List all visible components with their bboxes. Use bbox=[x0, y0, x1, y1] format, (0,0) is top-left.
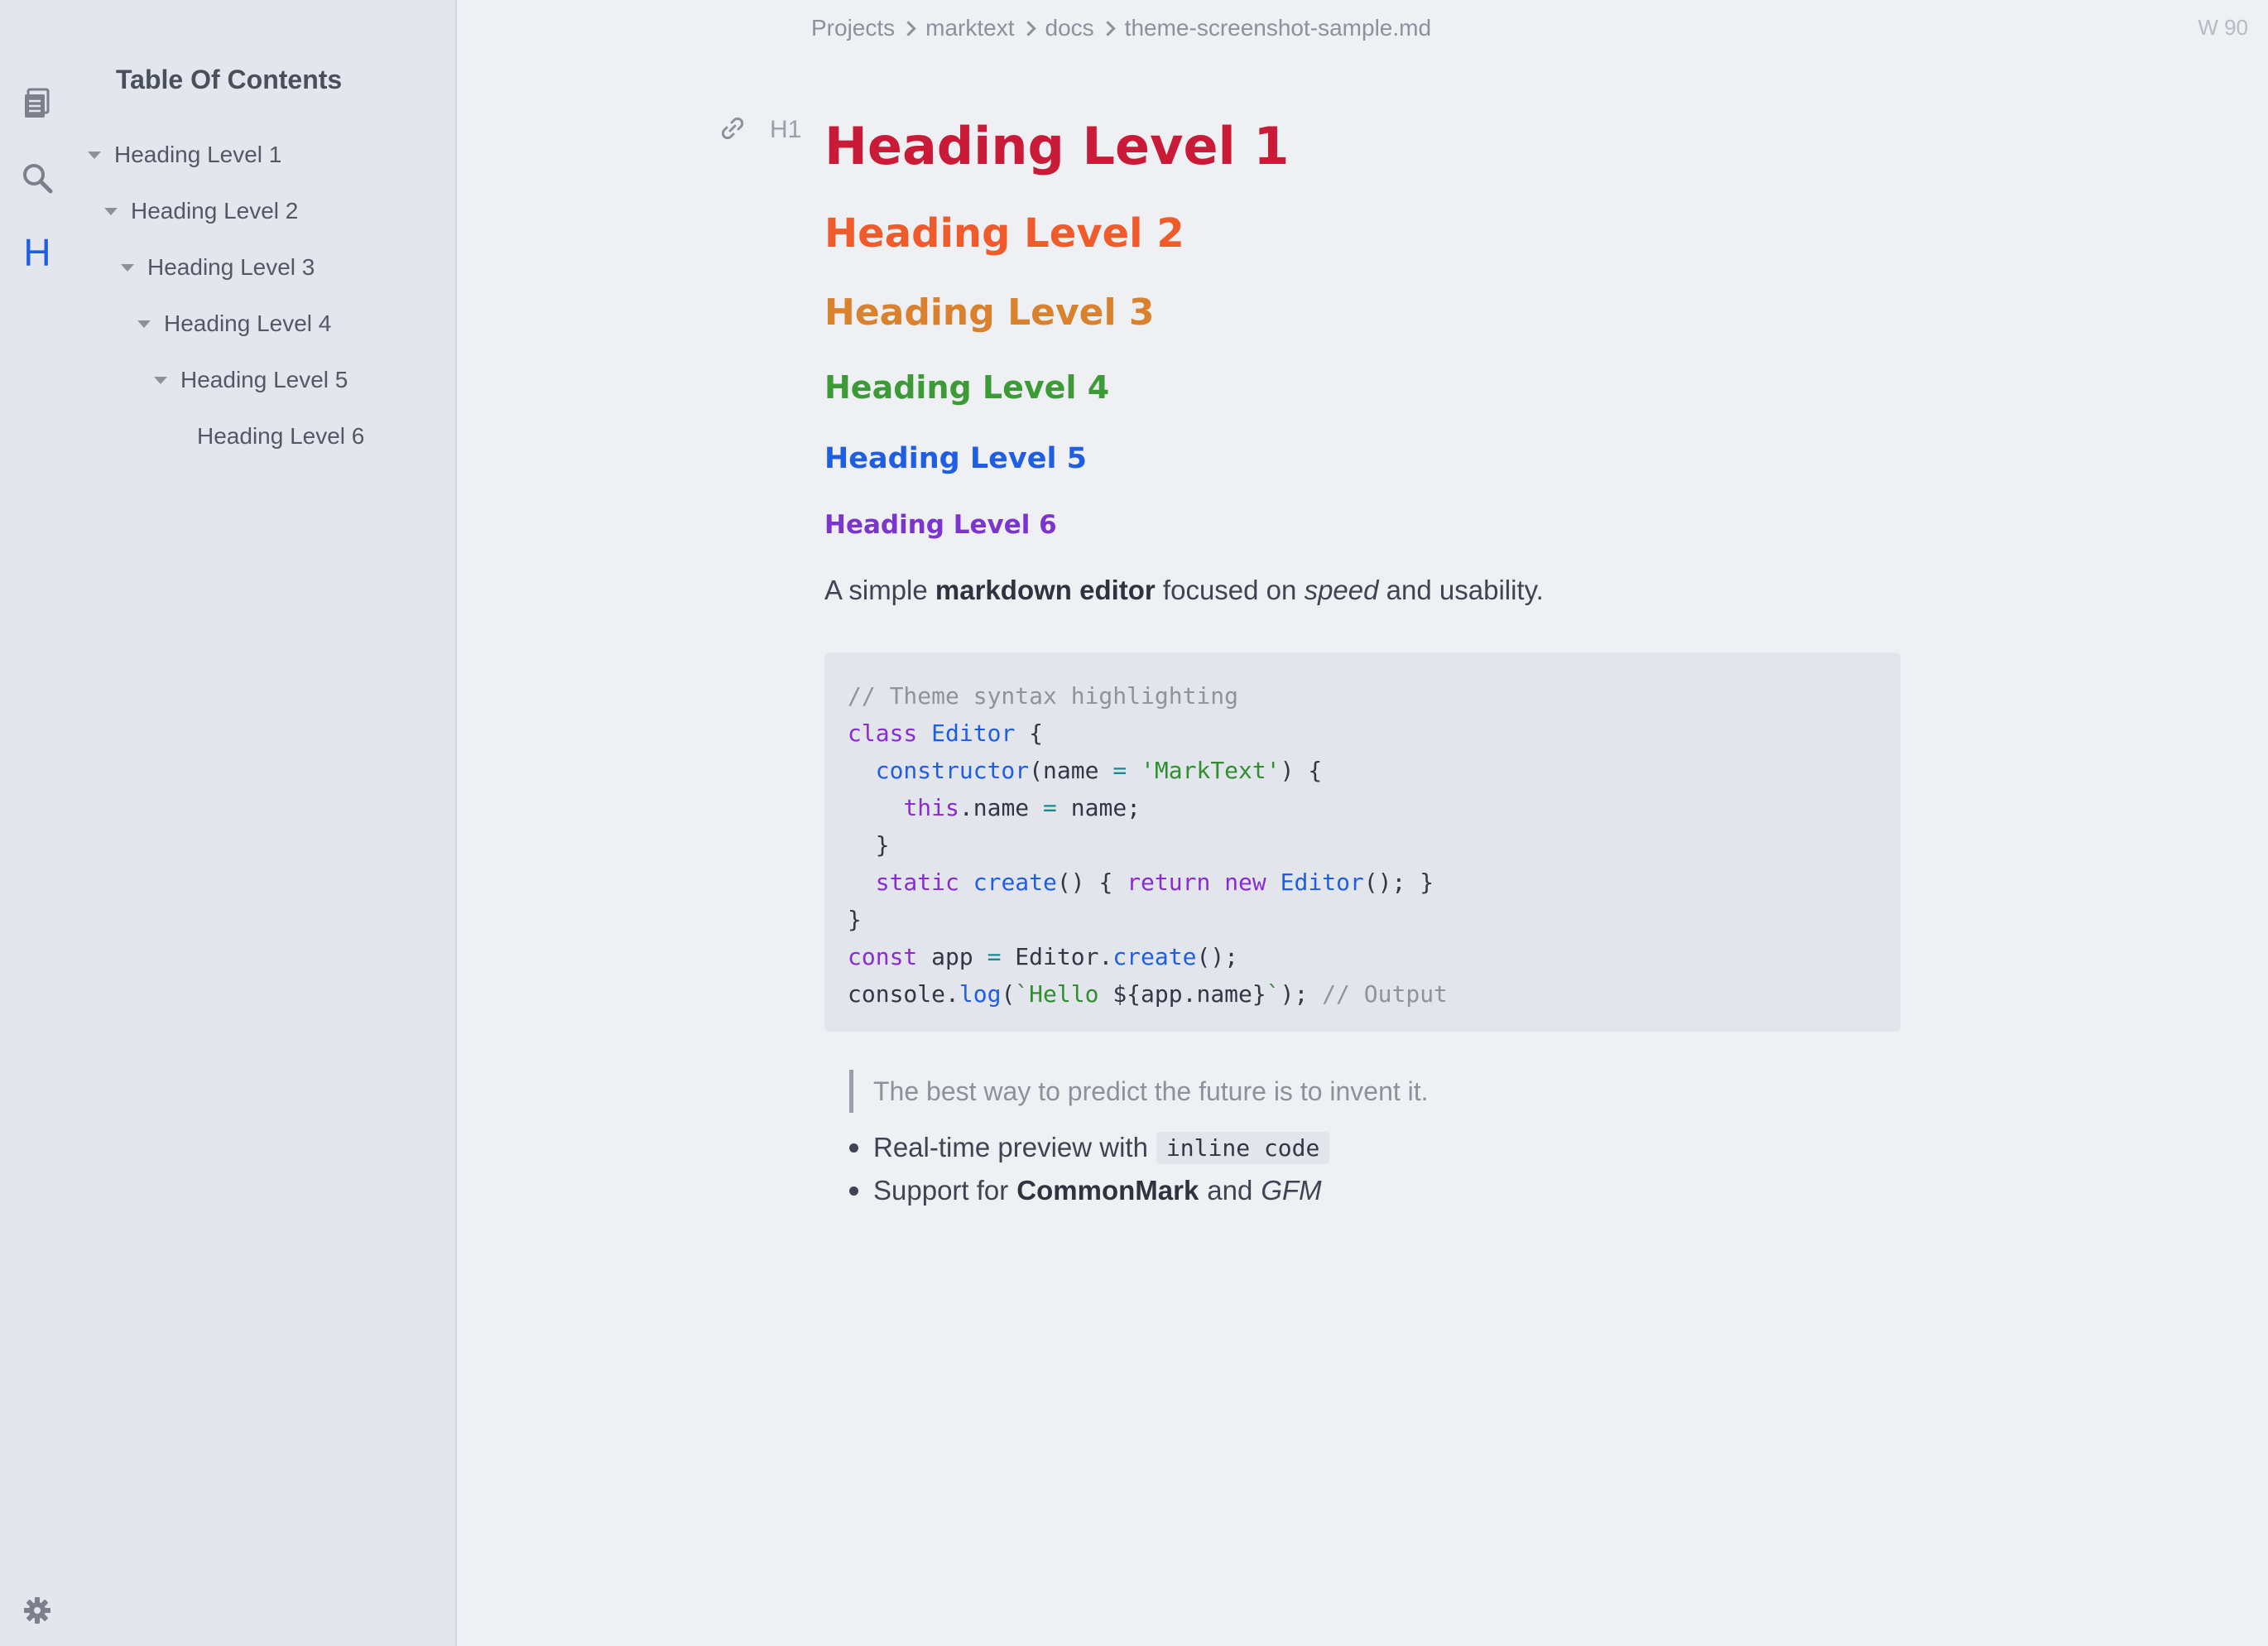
list-item[interactable]: Support for CommonMark and GFM bbox=[849, 1169, 1329, 1212]
breadcrumb-item[interactable]: Projects bbox=[811, 15, 895, 41]
list-item[interactable]: Real-time preview with inline code bbox=[849, 1126, 1330, 1169]
code-text: (); bbox=[1196, 943, 1239, 970]
toc-icon-label: H bbox=[23, 231, 51, 274]
bullet-list[interactable]: Real-time preview with inline code Suppo… bbox=[849, 1126, 1330, 1212]
code-text: } bbox=[848, 906, 862, 933]
code-text: { bbox=[1015, 720, 1044, 747]
toc-item-heading-1[interactable]: Heading Level 1 bbox=[88, 137, 281, 173]
heading-4[interactable]: Heading Level 4 bbox=[824, 369, 1109, 406]
code-class-name: Editor bbox=[931, 720, 1016, 747]
toc-item-label: Heading Level 6 bbox=[197, 423, 365, 449]
toc-item-label: Heading Level 4 bbox=[164, 310, 332, 336]
chevron-down-icon[interactable] bbox=[137, 320, 151, 328]
code-text: (); } bbox=[1363, 869, 1434, 896]
blockquote-text: The best way to predict the future is to… bbox=[873, 1076, 1429, 1106]
heading-5[interactable]: Heading Level 5 bbox=[824, 442, 1087, 475]
italic-text: GFM bbox=[1261, 1175, 1322, 1206]
code-operator: = bbox=[1043, 794, 1057, 821]
settings-icon[interactable] bbox=[17, 1590, 58, 1631]
code-keyword: class bbox=[848, 720, 918, 747]
code-string: 'MarkText' bbox=[1141, 757, 1281, 784]
code-operator: = bbox=[1112, 757, 1127, 784]
bullet-icon bbox=[849, 1143, 858, 1153]
code-text: Editor. bbox=[1001, 943, 1113, 970]
sidebar: Table Of Contents Heading Level 1 Headin… bbox=[76, 0, 457, 1646]
heading-6[interactable]: Heading Level 6 bbox=[824, 510, 1057, 540]
toc-icon[interactable]: H bbox=[17, 231, 58, 274]
breadcrumb-item[interactable]: marktext bbox=[925, 15, 1014, 41]
code-operator: = bbox=[987, 943, 1002, 970]
paragraph-text: focused on bbox=[1155, 575, 1305, 605]
code-keyword: return bbox=[1127, 869, 1211, 896]
bold-text: CommonMark bbox=[1016, 1175, 1199, 1206]
code-text: ${app.name} bbox=[1112, 980, 1266, 1008]
list-item-text: and bbox=[1207, 1175, 1253, 1206]
bullet-icon bbox=[849, 1186, 858, 1196]
code-function: create bbox=[1112, 943, 1197, 970]
code-function: constructor bbox=[875, 757, 1030, 784]
paragraph-text: and usability. bbox=[1378, 575, 1544, 605]
toc-item-heading-3[interactable]: Heading Level 3 bbox=[121, 249, 315, 286]
code-class-name: Editor bbox=[1280, 869, 1364, 896]
code-keyword: new bbox=[1224, 869, 1266, 896]
chevron-down-icon[interactable] bbox=[121, 263, 134, 272]
breadcrumb-item[interactable]: docs bbox=[1045, 15, 1094, 41]
italic-text: speed bbox=[1304, 575, 1379, 605]
code-keyword: this bbox=[903, 794, 959, 821]
paragraph[interactable]: A simple markdown editor focused on spee… bbox=[824, 575, 1544, 606]
code-text: ); bbox=[1280, 980, 1309, 1008]
chevron-right-icon bbox=[1099, 20, 1116, 36]
code-function: log bbox=[959, 980, 1002, 1008]
bold-text: markdown editor bbox=[935, 575, 1156, 605]
toc-item-label: Heading Level 3 bbox=[147, 254, 315, 280]
link-icon[interactable] bbox=[720, 116, 745, 144]
heading-2[interactable]: Heading Level 2 bbox=[824, 210, 1184, 257]
code-keyword: const bbox=[848, 943, 918, 970]
code-text: ) { bbox=[1280, 757, 1323, 784]
code-function: create bbox=[973, 869, 1057, 896]
block-hover-tools: H1 bbox=[720, 116, 801, 144]
chevron-right-icon bbox=[1020, 20, 1036, 36]
toc-item-label: Heading Level 2 bbox=[131, 198, 299, 224]
code-text: (name bbox=[1029, 757, 1113, 784]
toc-item-heading-2[interactable]: Heading Level 2 bbox=[104, 193, 298, 229]
inline-code: inline code bbox=[1156, 1131, 1330, 1164]
blockquote[interactable]: The best way to predict the future is to… bbox=[849, 1070, 1429, 1113]
code-block[interactable]: // Theme syntax highlighting class Edito… bbox=[824, 652, 1900, 1032]
code-string: ` bbox=[1266, 980, 1281, 1008]
code-text: console. bbox=[848, 980, 959, 1008]
heading-3[interactable]: Heading Level 3 bbox=[824, 291, 1155, 334]
word-count[interactable]: W 90 bbox=[2198, 15, 2248, 41]
code-comment: // Output bbox=[1322, 980, 1448, 1008]
toc-item-heading-4[interactable]: Heading Level 4 bbox=[137, 306, 331, 342]
code-text: () { bbox=[1056, 869, 1127, 896]
code-text: ( bbox=[1001, 980, 1016, 1008]
activity-bar: H bbox=[0, 0, 76, 1646]
chevron-right-icon bbox=[901, 20, 916, 36]
toc-item-label: Heading Level 5 bbox=[180, 367, 348, 392]
code-text: name; bbox=[1056, 794, 1141, 821]
code-text: app bbox=[917, 943, 987, 970]
code-text: .name bbox=[959, 794, 1044, 821]
code-string: `Hello bbox=[1015, 980, 1113, 1008]
files-icon[interactable] bbox=[17, 83, 58, 124]
chevron-down-icon[interactable] bbox=[88, 151, 101, 159]
toc-item-heading-6[interactable]: Heading Level 6 bbox=[171, 418, 364, 455]
heading-level-indicator[interactable]: H1 bbox=[770, 116, 801, 144]
toc-item-heading-5[interactable]: Heading Level 5 bbox=[154, 362, 348, 398]
search-icon[interactable] bbox=[17, 157, 58, 199]
code-text: } bbox=[875, 831, 890, 859]
breadcrumb-item[interactable]: theme-screenshot-sample.md bbox=[1125, 15, 1431, 41]
list-item-text: Real-time preview with bbox=[873, 1132, 1148, 1162]
breadcrumb: Projects marktext docs theme-screenshot-… bbox=[811, 12, 1431, 45]
toc-item-label: Heading Level 1 bbox=[114, 142, 282, 167]
heading-1[interactable]: Heading Level 1 bbox=[824, 116, 1290, 176]
list-item-text: Support for bbox=[873, 1175, 1009, 1206]
toc-title: Table Of Contents bbox=[116, 65, 343, 94]
chevron-down-icon[interactable] bbox=[104, 207, 118, 215]
code-comment: // Theme syntax highlighting bbox=[848, 682, 1239, 710]
chevron-down-icon[interactable] bbox=[154, 376, 167, 384]
paragraph-text: A simple bbox=[824, 575, 935, 605]
code-keyword: static bbox=[875, 869, 959, 896]
